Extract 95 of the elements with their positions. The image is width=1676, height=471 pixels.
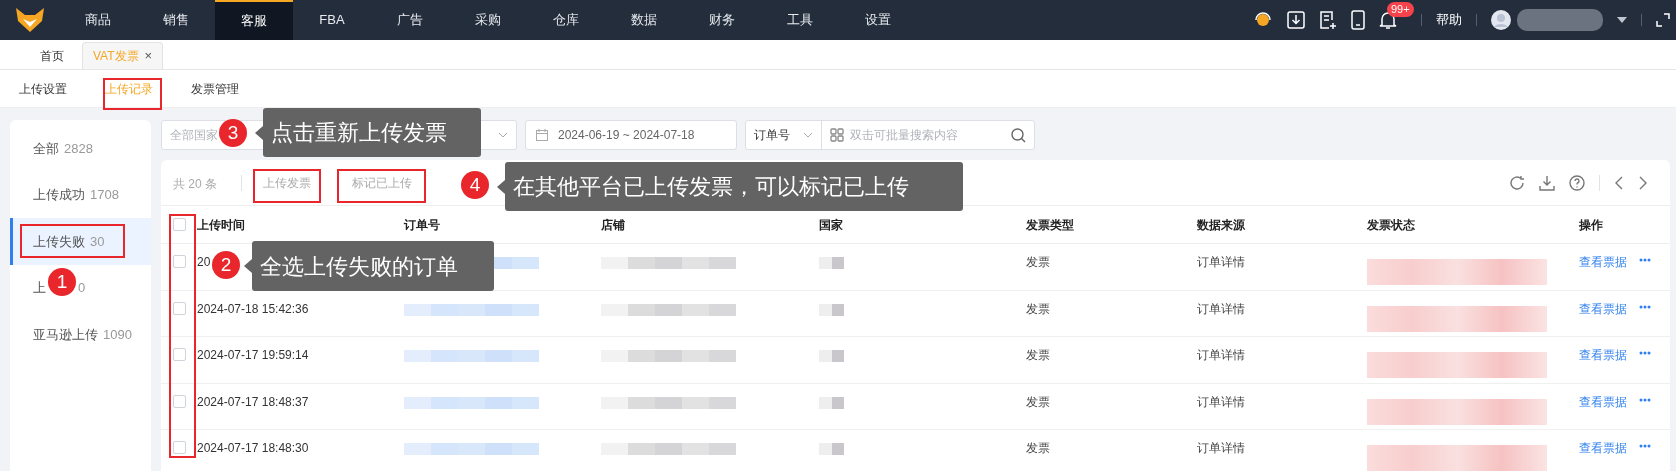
table-cell: 2024-07-17 18:48:30 — [197, 441, 309, 455]
phone-icon[interactable] — [1351, 10, 1365, 30]
fox-logo-icon[interactable] — [14, 7, 45, 33]
nav-tab[interactable]: 财务 — [683, 0, 761, 40]
column-header: 操作 — [1579, 216, 1604, 234]
search-icon[interactable] — [1011, 127, 1026, 143]
checkbox[interactable] — [172, 301, 186, 315]
date-range-field[interactable]: 2024-06-19 ~ 2024-07-18 — [525, 120, 737, 150]
sidebar-item[interactable]: 全部 — [33, 138, 59, 158]
table-cell-text: 订单详情 — [1197, 440, 1246, 457]
blurred-country — [819, 350, 844, 362]
table-cell-text: 订单详情 — [1197, 393, 1246, 411]
sub-tab[interactable]: 上传设置 — [0, 79, 86, 98]
column-header: 订单号 — [404, 216, 441, 234]
refresh-icon[interactable] — [1509, 174, 1525, 191]
nav-tab[interactable]: 仓库 — [527, 0, 605, 40]
column-header: 发票类型 — [1026, 216, 1075, 234]
more-icon[interactable] — [1639, 304, 1651, 309]
table-cell-text: 订单详情 — [1197, 300, 1246, 318]
close-icon[interactable]: × — [144, 46, 153, 66]
checkbox[interactable] — [172, 218, 186, 231]
nav-tab[interactable]: 工具 — [761, 0, 839, 40]
view-receipt-link[interactable]: 查看票据 — [1579, 299, 1627, 318]
callout-tooltip: 在其他平台已上传发票，可以标记已上传 — [497, 162, 963, 211]
table-cell: 2024-07-18 15:42:36 — [197, 301, 309, 316]
nav-tab[interactable]: 数据 — [605, 0, 683, 40]
grid-icon — [830, 128, 844, 142]
next-icon[interactable] — [1638, 174, 1648, 191]
chevron-down-icon — [498, 132, 508, 138]
item-count: 2828 — [64, 139, 93, 158]
nav-tab[interactable]: 采购 — [449, 0, 527, 40]
table-cell: 2024-07-17 18:48:37 — [197, 394, 309, 409]
checkbox[interactable] — [172, 394, 186, 408]
column-header: 国家 — [819, 216, 844, 234]
page-tab[interactable]: 首页 — [36, 42, 68, 69]
sidebar-item[interactable]: 上 — [33, 278, 46, 298]
table-cell-text: 发票 — [1026, 254, 1051, 271]
record-count: 共 20 条 — [173, 176, 217, 191]
blurred-country — [819, 443, 844, 455]
sidebar-item[interactable]: 亚马逊上传 — [33, 324, 98, 344]
table-cell-text: 订单详情 — [1197, 254, 1246, 271]
notification-badge: 99+ — [1387, 2, 1414, 17]
help-link[interactable]: 帮助 — [1436, 10, 1462, 30]
table-cell: 20 — [197, 255, 211, 269]
more-icon[interactable] — [1639, 351, 1651, 355]
item-count: 1708 — [90, 186, 119, 204]
table-cell-text: 发票 — [1026, 440, 1051, 457]
callout-tooltip: 全选上传失败的订单 — [244, 241, 494, 291]
item-count: 1090 — [103, 325, 132, 344]
nav-tab[interactable]: 客服 — [215, 0, 293, 40]
help-icon[interactable] — [1569, 174, 1585, 191]
previous-icon[interactable] — [1614, 174, 1624, 191]
callout-tooltip: 点击重新上传发票 — [255, 108, 481, 157]
table-cell: 2024-07-17 19:59:14 — [197, 348, 309, 362]
sidebar-item[interactable]: 上传失败 30 — [10, 218, 151, 265]
view-receipt-link[interactable]: 查看票据 — [1579, 346, 1627, 364]
column-header: 数据来源 — [1197, 216, 1246, 234]
sub-tab[interactable]: 发票管理 — [172, 79, 258, 98]
more-icon[interactable] — [1639, 258, 1651, 262]
column-header: 发票状态 — [1367, 216, 1416, 234]
checkbox[interactable] — [172, 255, 186, 268]
column-header: 上传时间 — [197, 216, 246, 234]
nav-tab[interactable]: 商品 — [59, 0, 137, 40]
sidebar-item[interactable]: 上传成功 — [33, 185, 85, 205]
nav-tab[interactable]: 广告 — [371, 0, 449, 40]
nav-tab[interactable]: 销售 — [137, 0, 215, 40]
checkbox[interactable] — [172, 441, 186, 454]
calendar-icon — [536, 129, 548, 141]
nav-tab[interactable]: 设置 — [839, 0, 917, 40]
avatar-icon[interactable] — [1491, 10, 1511, 30]
table-cell-text: 发票 — [1026, 347, 1051, 364]
highlight-frame — [253, 169, 321, 203]
blurred-country — [819, 396, 844, 409]
fullscreen-icon[interactable] — [1656, 13, 1670, 27]
view-receipt-link[interactable]: 查看票据 — [1579, 392, 1627, 411]
table-cell-text: 订单详情 — [1197, 347, 1246, 364]
chevron-down-icon — [803, 132, 813, 138]
caret-icon[interactable] — [1617, 17, 1627, 23]
page-tab[interactable]: VAT发票 × — [82, 42, 164, 69]
table-cell-text: 发票 — [1026, 393, 1051, 411]
blurred-country — [819, 303, 844, 316]
search-box[interactable]: 订单号 双击可批量搜索内容 — [745, 120, 1035, 150]
document-add-icon[interactable] — [1319, 10, 1337, 30]
table-cell-text: 发票 — [1026, 300, 1051, 318]
more-icon[interactable] — [1639, 397, 1651, 402]
view-receipt-link[interactable]: 查看票据 — [1579, 253, 1627, 271]
column-header: 店铺 — [601, 216, 626, 234]
highlight-frame — [103, 78, 162, 110]
view-receipt-link[interactable]: 查看票据 — [1579, 439, 1627, 457]
search-field-select[interactable]: 订单号 — [746, 121, 822, 149]
checkbox[interactable] — [172, 348, 186, 361]
more-icon[interactable] — [1639, 444, 1651, 448]
nav-tab[interactable]: FBA — [293, 0, 371, 40]
blurred-country — [819, 257, 844, 269]
item-count: 0 — [78, 279, 86, 297]
